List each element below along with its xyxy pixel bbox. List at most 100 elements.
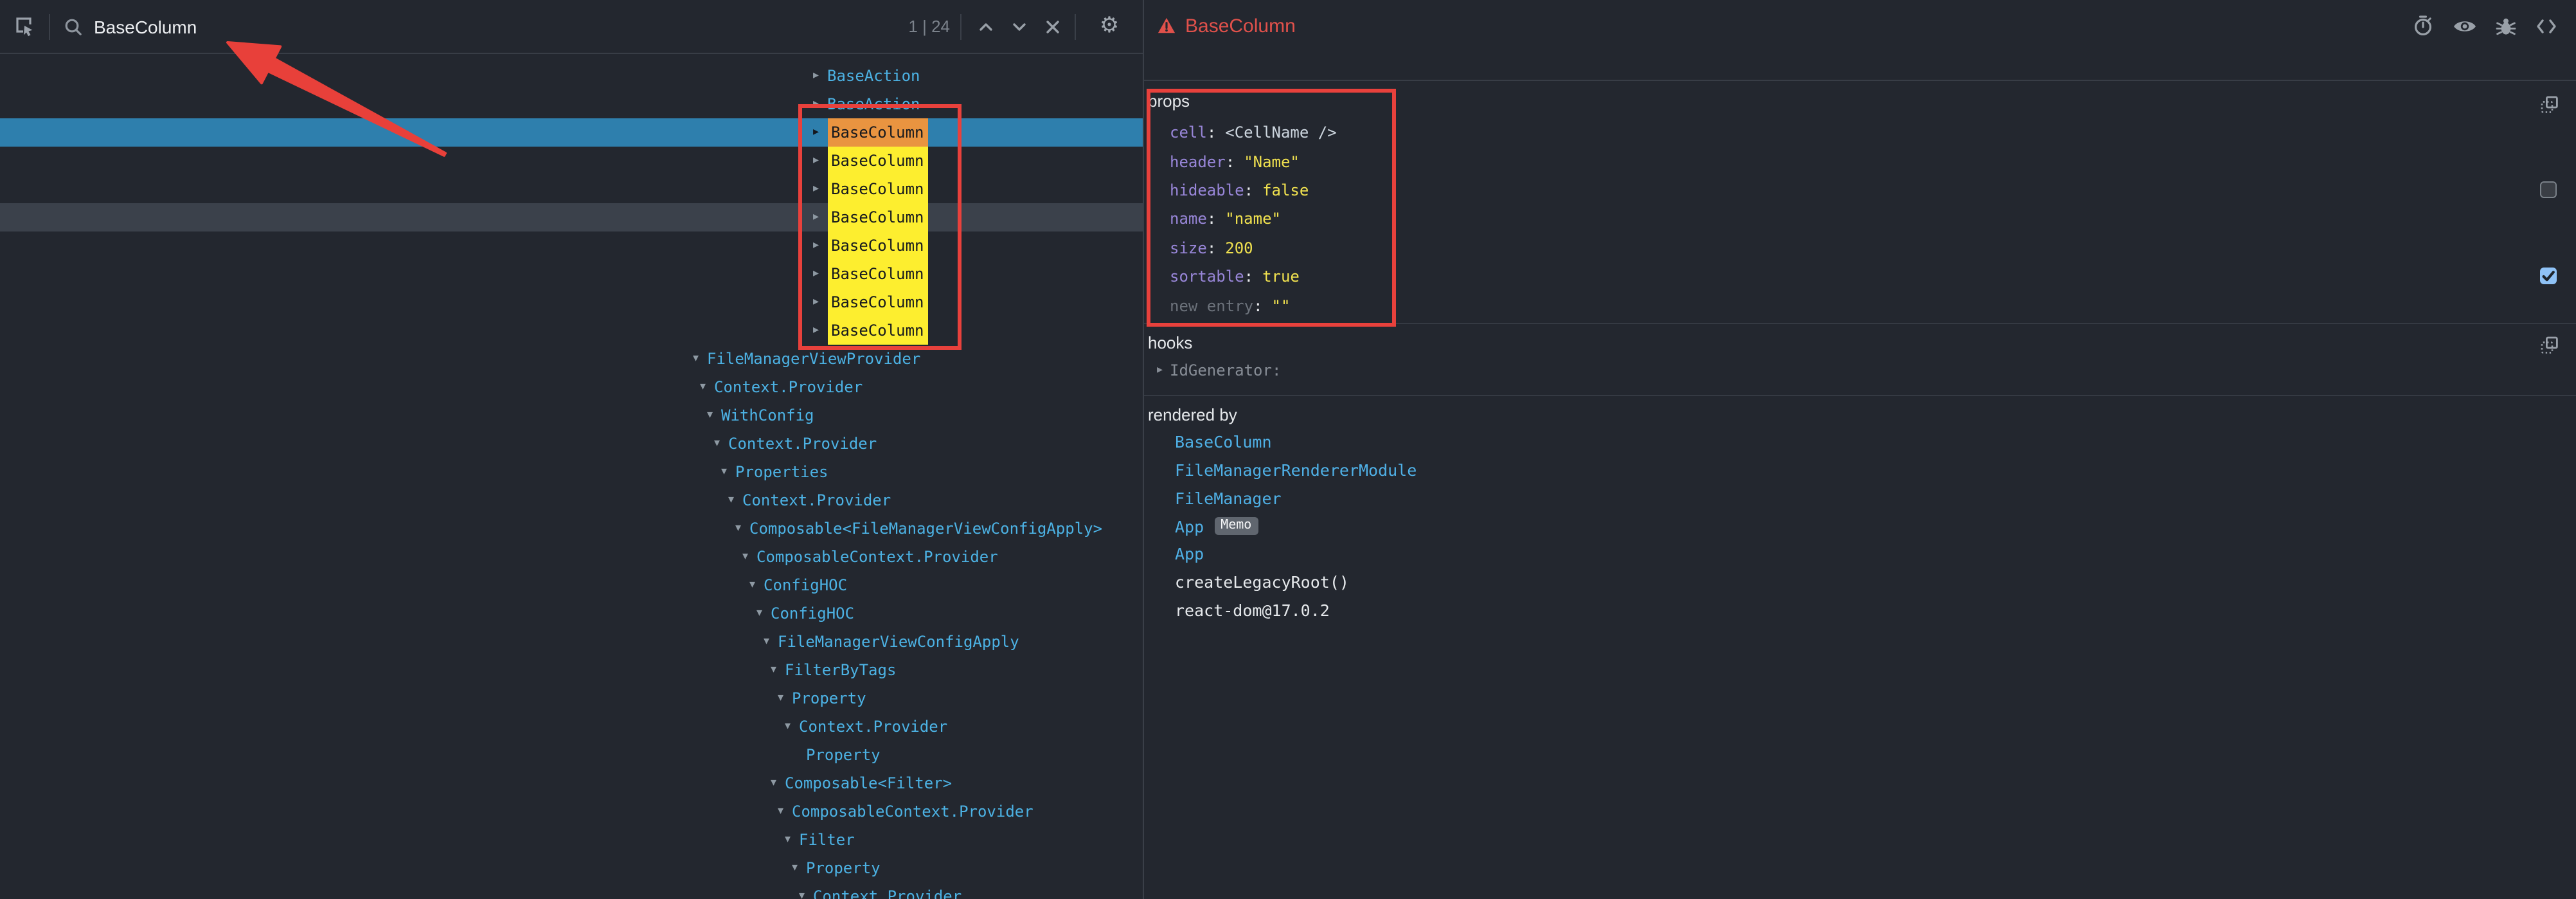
tree-row[interactable]: ▾FilterByTags bbox=[0, 656, 1143, 684]
prop-value[interactable]: <CellName /> bbox=[1225, 123, 1336, 141]
expanded-caret-icon[interactable]: ▾ bbox=[778, 693, 792, 704]
expanded-caret-icon[interactable]: ▾ bbox=[785, 834, 799, 846]
prop-row[interactable]: header:"Name" bbox=[1148, 147, 2561, 176]
prop-row[interactable]: hideable:false bbox=[1148, 176, 2561, 205]
prop-value[interactable]: "" bbox=[1272, 296, 1291, 314]
expanded-caret-icon[interactable]: ▾ bbox=[742, 551, 756, 563]
view-source-button[interactable] bbox=[2530, 12, 2563, 40]
hook-row[interactable]: ▸IdGenerator: bbox=[1148, 356, 2561, 384]
prop-row[interactable]: cell:<CellName /> bbox=[1148, 118, 2561, 147]
prop-value[interactable]: "name" bbox=[1225, 210, 1281, 228]
expanded-caret-icon[interactable]: ▾ bbox=[799, 891, 813, 899]
collapsed-caret-icon[interactable]: ▸ bbox=[813, 212, 827, 223]
checkbox-checked[interactable] bbox=[2540, 268, 2557, 285]
react-devtools-window: 1 | 24 bbox=[0, 0, 2576, 899]
tree-row[interactable]: ▾ConfigHOC bbox=[0, 599, 1143, 628]
tree-row[interactable]: ▾Context.Provider bbox=[0, 430, 1143, 458]
prop-value[interactable]: "Name" bbox=[1244, 152, 1300, 170]
tree-row[interactable]: ▾Properties bbox=[0, 458, 1143, 486]
copy-props-button[interactable] bbox=[2539, 94, 2559, 114]
collapsed-caret-icon[interactable]: ▸ bbox=[813, 127, 827, 138]
tree-row[interactable]: ▸BaseColumn bbox=[0, 203, 1143, 232]
expanded-caret-icon[interactable]: ▾ bbox=[749, 579, 764, 591]
expanded-caret-icon[interactable]: ▾ bbox=[771, 777, 785, 789]
rendered-by-link[interactable]: FileManagerRendererModule bbox=[1175, 460, 1417, 480]
prop-row[interactable]: name:"name" bbox=[1148, 204, 2561, 233]
tree-row[interactable]: ▾ComposableContext.Provider bbox=[0, 543, 1143, 571]
tree-row[interactable]: ▾Filter bbox=[0, 826, 1143, 854]
prop-key: size bbox=[1170, 239, 1207, 257]
settings-button[interactable]: ⚙ bbox=[1091, 7, 1127, 46]
tree-row[interactable]: ▾Context.Provider bbox=[0, 486, 1143, 514]
prop-row[interactable]: sortable:true bbox=[1148, 262, 2561, 291]
rendered-by-link[interactable]: App bbox=[1175, 516, 1204, 536]
expanded-caret-icon[interactable]: ▾ bbox=[778, 806, 792, 817]
tree-row[interactable]: ▾Composable<FileManagerViewConfigApply> bbox=[0, 514, 1143, 543]
copy-hooks-button[interactable] bbox=[2539, 335, 2559, 356]
collapsed-caret-icon[interactable]: ▸ bbox=[813, 183, 827, 195]
tree-row[interactable]: ▾Property bbox=[0, 854, 1143, 882]
prop-colon: : bbox=[1244, 181, 1253, 199]
tree-row[interactable]: ▾Context.Provider bbox=[0, 882, 1143, 899]
rendered-by-link[interactable]: FileManager bbox=[1175, 488, 1282, 507]
expanded-caret-icon[interactable]: ▾ bbox=[707, 410, 721, 421]
expanded-caret-icon[interactable]: ▾ bbox=[764, 636, 778, 648]
tree-row-label: FileManagerViewConfigApply bbox=[778, 633, 1019, 651]
tree-row-label: BaseColumn bbox=[827, 203, 928, 232]
tree-row[interactable]: ▾WithConfig bbox=[0, 401, 1143, 430]
collapsed-caret-icon[interactable]: ▸ bbox=[813, 296, 827, 308]
expanded-caret-icon[interactable]: ▾ bbox=[700, 381, 714, 393]
log-component-button[interactable] bbox=[2489, 12, 2522, 40]
expanded-caret-icon[interactable]: ▾ bbox=[714, 438, 728, 450]
search-input[interactable] bbox=[94, 16, 908, 37]
expanded-caret-icon[interactable]: ▾ bbox=[721, 466, 735, 478]
collapsed-caret-icon[interactable]: ▸ bbox=[813, 155, 827, 167]
inspect-element-button[interactable] bbox=[0, 0, 49, 53]
expanded-caret-icon[interactable]: ▾ bbox=[728, 495, 742, 506]
clear-search-button[interactable] bbox=[1037, 8, 1068, 44]
details-header: BaseColumn bbox=[1144, 0, 2576, 81]
prop-row[interactable]: new entry:"" bbox=[1148, 291, 2561, 320]
tree-row[interactable]: ▾Context.Provider bbox=[0, 373, 1143, 401]
tree-row[interactable]: ▸BaseColumn bbox=[0, 232, 1143, 260]
previous-match-button[interactable] bbox=[970, 8, 1001, 44]
collapsed-caret-icon[interactable]: ▸ bbox=[813, 268, 827, 280]
tree-row[interactable]: Property bbox=[0, 741, 1143, 769]
tree-row[interactable]: ▾Context.Provider bbox=[0, 713, 1143, 741]
tree-row[interactable]: ▾ComposableContext.Provider bbox=[0, 797, 1143, 826]
expanded-caret-icon[interactable]: ▾ bbox=[771, 664, 785, 676]
collapsed-caret-icon[interactable]: ▸ bbox=[813, 325, 827, 336]
tree-row[interactable]: ▸BaseColumn bbox=[0, 316, 1143, 345]
rendered-by-link[interactable]: App bbox=[1175, 545, 1204, 564]
collapsed-caret-icon[interactable]: ▸ bbox=[813, 98, 827, 110]
tree-row[interactable]: ▸BaseColumn bbox=[0, 260, 1143, 288]
tree-row[interactable]: ▸BaseAction bbox=[0, 90, 1143, 118]
expanded-caret-icon[interactable]: ▾ bbox=[756, 608, 771, 619]
prop-value[interactable]: 200 bbox=[1225, 239, 1253, 257]
tree-row[interactable]: ▾Composable<Filter> bbox=[0, 769, 1143, 797]
expanded-caret-icon[interactable]: ▾ bbox=[693, 353, 707, 365]
rendered-by-link[interactable]: BaseColumn bbox=[1175, 432, 1272, 451]
collapsed-caret-icon[interactable]: ▸ bbox=[813, 70, 827, 82]
expanded-caret-icon[interactable]: ▾ bbox=[735, 523, 749, 534]
collapsed-caret-icon[interactable]: ▸ bbox=[1157, 363, 1170, 376]
tree-row[interactable]: ▸BaseColumn bbox=[0, 118, 1143, 147]
tree-row[interactable]: ▸BaseAction bbox=[0, 62, 1143, 90]
tree-row[interactable]: ▸BaseColumn bbox=[0, 147, 1143, 175]
tree-row[interactable]: ▾FileManagerViewConfigApply bbox=[0, 628, 1143, 656]
tree-row[interactable]: ▸BaseColumn bbox=[0, 288, 1143, 316]
collapsed-caret-icon[interactable]: ▸ bbox=[813, 240, 827, 251]
prop-value[interactable]: true bbox=[1262, 268, 1300, 286]
tree-row[interactable]: ▾FileManagerViewProvider bbox=[0, 345, 1143, 373]
tree-row[interactable]: ▾ConfigHOC bbox=[0, 571, 1143, 599]
prop-row[interactable]: size:200 bbox=[1148, 233, 2561, 262]
next-match-button[interactable] bbox=[1004, 8, 1035, 44]
expanded-caret-icon[interactable]: ▾ bbox=[785, 721, 799, 732]
suspense-toggle-button[interactable] bbox=[2406, 12, 2440, 40]
prop-value[interactable]: false bbox=[1262, 181, 1309, 199]
inspect-dom-button[interactable] bbox=[2447, 12, 2481, 40]
tree-row[interactable]: ▸BaseColumn bbox=[0, 175, 1143, 203]
expanded-caret-icon[interactable]: ▾ bbox=[792, 862, 806, 874]
checkbox-unchecked[interactable] bbox=[2540, 182, 2557, 199]
tree-row[interactable]: ▾Property bbox=[0, 684, 1143, 713]
